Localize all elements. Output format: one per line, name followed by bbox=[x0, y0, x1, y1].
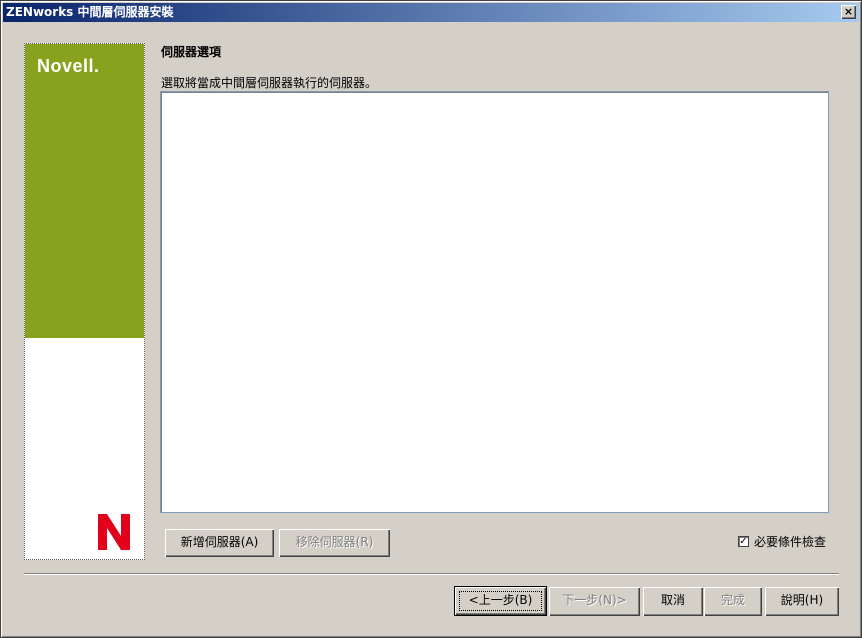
next-button[interactable]: 下一步(N)> bbox=[549, 587, 640, 616]
back-button-label: <上一步(B) bbox=[459, 591, 542, 611]
remove-server-button[interactable]: 移除伺服器(R) bbox=[279, 529, 390, 557]
page-title: 伺服器選項 bbox=[161, 45, 222, 59]
banner-green-panel: Novell. bbox=[25, 44, 144, 338]
finish-button[interactable]: 完成 bbox=[704, 587, 762, 616]
novell-logo: Novell. bbox=[37, 56, 100, 76]
window-title: ZENworks 中間層伺服器安裝 bbox=[6, 5, 174, 19]
help-button[interactable]: 說明(H) bbox=[765, 587, 839, 616]
close-icon: × bbox=[843, 5, 854, 18]
checkmark-icon: ✓ bbox=[739, 535, 748, 547]
instruction-text: 選取將當成中間層伺服器執行的伺服器。 bbox=[161, 76, 378, 90]
add-server-button[interactable]: 新增伺服器(A) bbox=[165, 529, 274, 557]
prereq-check-option[interactable]: ✓ 必要條件檢查 bbox=[738, 534, 827, 549]
close-button[interactable]: × bbox=[841, 5, 856, 19]
side-banner: Novell. bbox=[24, 43, 145, 560]
installer-window: ZENworks 中間層伺服器安裝 × Novell. 伺服器選項 選取將當成中… bbox=[0, 0, 862, 638]
footer-separator bbox=[24, 573, 839, 575]
prereq-checkbox[interactable]: ✓ bbox=[738, 535, 749, 547]
novell-n-icon bbox=[98, 514, 130, 550]
server-list[interactable] bbox=[160, 91, 829, 513]
back-button[interactable]: <上一步(B) bbox=[454, 586, 547, 616]
cancel-button[interactable]: 取消 bbox=[643, 587, 703, 616]
title-bar[interactable]: ZENworks 中間層伺服器安裝 × bbox=[3, 3, 859, 22]
prereq-check-label: 必要條件檢查 bbox=[754, 534, 827, 549]
